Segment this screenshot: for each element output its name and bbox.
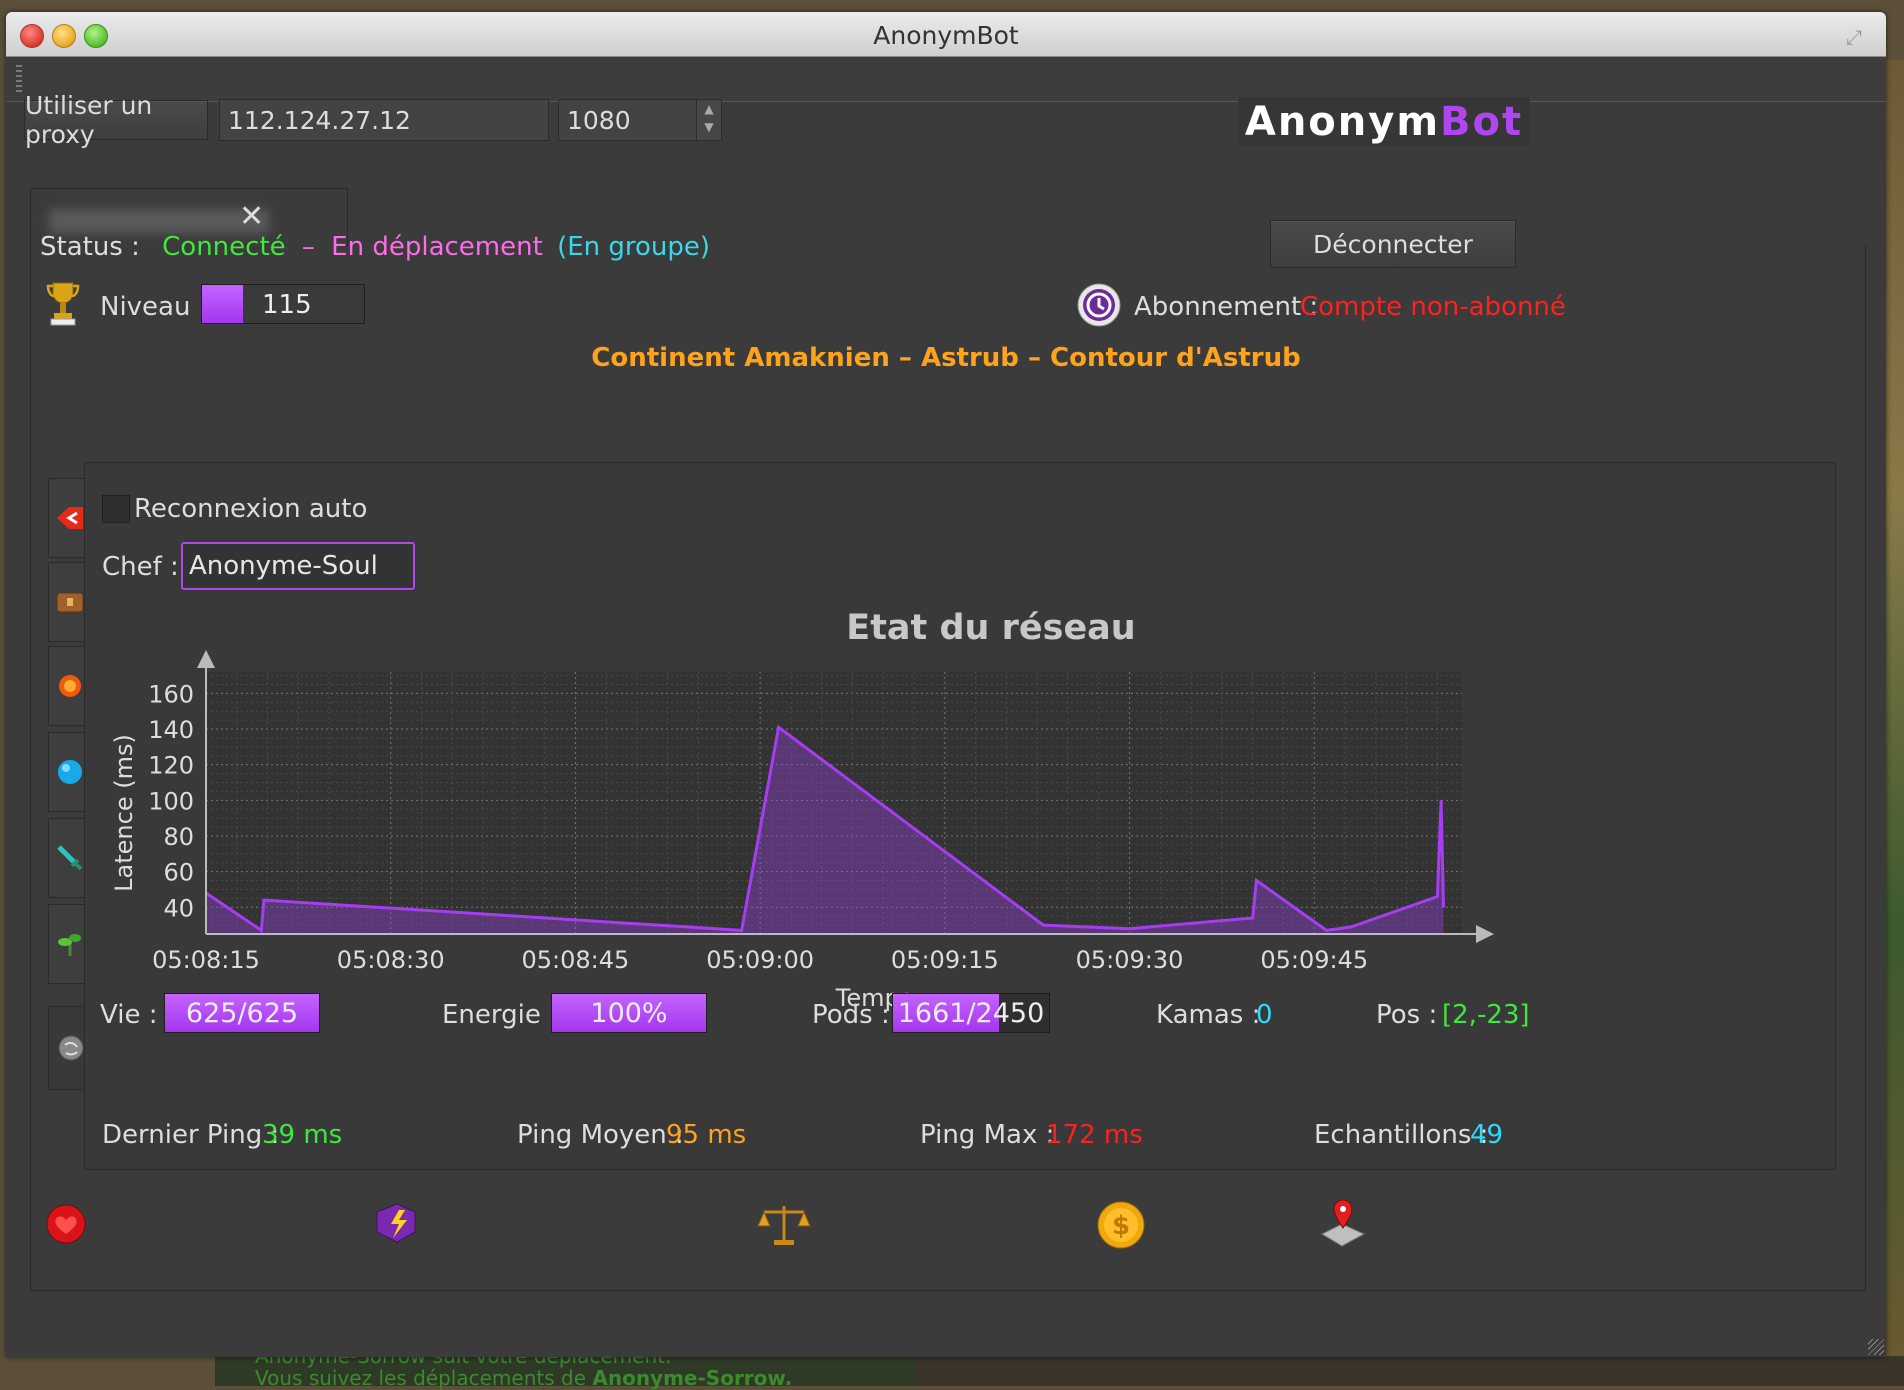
energy-icon (371, 1198, 421, 1248)
level-fill (202, 285, 243, 323)
tab-account-name-blurred (49, 209, 269, 233)
y-tick-label: 160 (148, 680, 194, 708)
max-ping-value: 172 ms (1046, 1120, 1143, 1150)
proxy-port-spinner[interactable]: 1080 ▲ ▼ (558, 99, 722, 141)
kamas-label: Kamas : (1156, 1000, 1261, 1030)
auto-reconnect-checkbox[interactable] (102, 495, 130, 523)
pods-value: 1661/2450 (897, 997, 1045, 1029)
pos-value: [2,-23] (1442, 1000, 1530, 1030)
last-ping-value: 39 ms (262, 1120, 343, 1150)
exit-sign-icon (57, 507, 83, 529)
subscription-value: Compte non-abonné (1300, 292, 1566, 322)
x-tick-label: 05:09:00 (706, 946, 814, 974)
toolbar (6, 57, 1886, 102)
x-tick-label: 05:09:30 (1076, 946, 1184, 974)
y-tick-label: 40 (163, 894, 194, 922)
window-title: AnonymBot (873, 21, 1019, 50)
life-bar: 625/625 (164, 993, 320, 1033)
game-chat-area: Anonyme-Sorrow suit votre déplacement. V… (215, 1344, 915, 1390)
x-axis-arrow-icon (1476, 925, 1494, 943)
x-tick-label: 05:09:15 (891, 946, 999, 974)
location-text: Continent Amaknien – Astrub – Contour d'… (591, 343, 1301, 373)
status-connected: Connecté (162, 232, 286, 262)
energy-label: Energie : (442, 1000, 558, 1030)
subscription-label: Abonnement : (1134, 292, 1319, 322)
samples-value: 49 (1470, 1120, 1504, 1150)
network-chart: 40 60 80 100 120 140 160 05:08:15 05:08:30 05:08:… (110, 650, 1494, 1012)
y-axis-title: Latence (ms) (110, 734, 138, 892)
close-tab-icon[interactable]: ✕ (239, 199, 264, 234)
life-value: 625/625 (185, 997, 299, 1029)
x-tick-label: 05:08:45 (522, 946, 630, 974)
status-separator: – (301, 232, 315, 262)
y-tick-label: 100 (148, 787, 194, 815)
toolbar-grip-icon[interactable] (16, 65, 22, 93)
trophy-icon (46, 280, 80, 328)
status-label: Status : (40, 232, 140, 262)
x-tick-label: 05:08:30 (337, 946, 445, 974)
title-bar[interactable]: AnonymBot ⤢ (6, 12, 1886, 57)
spinner-arrows[interactable]: ▲ ▼ (696, 100, 721, 140)
last-ping-label: Dernier Ping : (102, 1120, 280, 1150)
pods-label: Pods : (812, 1000, 890, 1030)
heart-icon (44, 1202, 88, 1246)
sword-icon (57, 845, 83, 871)
status-group: (En groupe) (557, 232, 711, 262)
use-proxy-button[interactable]: Utiliser un proxy (24, 91, 208, 149)
y-tick-label: 60 (163, 859, 194, 887)
life-label: Vie : (100, 1000, 158, 1030)
avg-ping-value: 95 ms (666, 1120, 747, 1150)
scale-icon (756, 1200, 812, 1248)
pos-label: Pos : (1376, 1000, 1438, 1030)
x-tick-label: 05:08:15 (152, 946, 260, 974)
level-value: 115 (262, 290, 312, 320)
chat-line-2-name: Anonyme-Sorrow. (592, 1366, 793, 1390)
chat-line-2: Vous suivez les déplacements de Anonyme-… (255, 1366, 792, 1390)
avg-ping-label: Ping Moyen : (517, 1120, 684, 1150)
status-line: Status : Connecté – En déplacement (En g… (40, 232, 710, 262)
fullscreen-icon[interactable]: ⤢ (1846, 25, 1868, 49)
x-tick-label: 05:09:45 (1260, 946, 1368, 974)
anonymbot-logo: Anonym Bot (1238, 97, 1530, 147)
proxy-port-value: 1080 (567, 105, 631, 135)
spinner-up-icon[interactable]: ▲ (697, 100, 721, 118)
chat-line-2-prefix: Vous suivez les déplacements de (255, 1366, 593, 1390)
blue-orb-icon (58, 760, 82, 784)
pods-bar: 1661/2450 (892, 993, 1050, 1033)
disconnect-button[interactable]: Déconnecter (1270, 220, 1516, 268)
kamas-value: 0 (1256, 1000, 1273, 1030)
status-moving: En déplacement (331, 232, 543, 262)
svg-text:$: $ (1112, 1211, 1130, 1241)
app-window: AnonymBot ⤢ Utiliser un proxy 1080 ▲ ▼ A… (6, 12, 1886, 1357)
level-bar: 115 (201, 284, 365, 324)
map-pin-icon (1318, 1196, 1368, 1248)
chef-label: Chef : (102, 552, 179, 582)
energy-value: 100% (590, 997, 668, 1029)
group-globe-icon (58, 1035, 83, 1061)
plant-icon (58, 934, 81, 956)
y-tick-label: 120 (148, 752, 194, 780)
y-tick-label: 80 (163, 823, 194, 851)
spinner-down-icon[interactable]: ▼ (697, 118, 721, 136)
window-resize-grip-icon[interactable] (1868, 1339, 1884, 1355)
kamas-coin-icon: $ (1096, 1200, 1146, 1250)
logo-part1: Anonym (1244, 99, 1441, 145)
samples-label: Echantillons : (1314, 1120, 1489, 1150)
auto-reconnect-label[interactable]: Reconnexion auto (134, 494, 367, 524)
chef-input[interactable] (181, 542, 415, 590)
chest-icon (56, 592, 84, 613)
subscription-clock-icon (1076, 282, 1122, 328)
logo-part2: Bot (1440, 99, 1524, 145)
level-label: Niveau : (100, 292, 208, 322)
fire-orb-icon (59, 675, 81, 697)
chart-title: Etat du réseau (846, 608, 1136, 648)
proxy-ip-input[interactable] (219, 99, 549, 141)
max-ping-label: Ping Max : (920, 1120, 1055, 1150)
y-tick-label: 140 (148, 716, 194, 744)
energy-bar: 100% (551, 993, 707, 1033)
game-bottom-hud (915, 1356, 1904, 1386)
